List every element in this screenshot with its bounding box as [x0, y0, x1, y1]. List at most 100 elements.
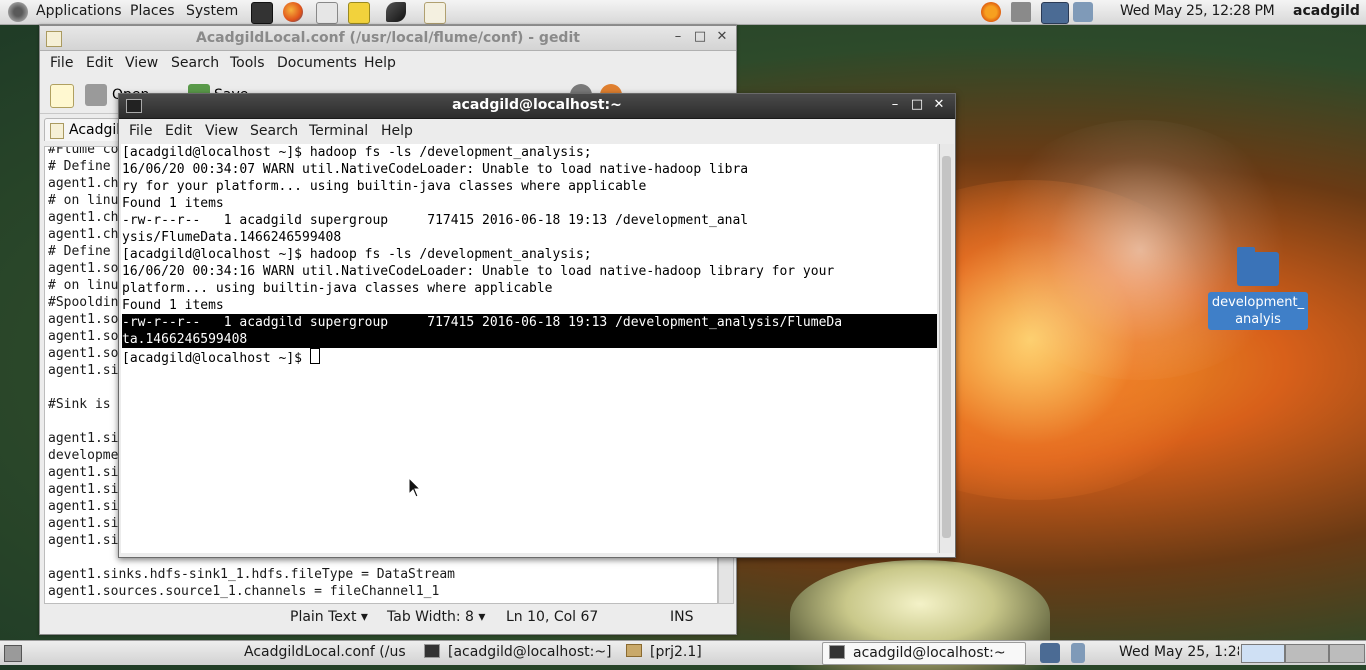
mouse-pointer-icon	[408, 477, 422, 498]
gedit-title: AcadgildLocal.conf (/usr/local/flume/con…	[196, 30, 580, 46]
terminal-menu-terminal[interactable]: Terminal	[309, 123, 368, 139]
minimize-button[interactable]: –	[670, 29, 686, 44]
cursor-position: Ln 10, Col 67	[506, 609, 599, 625]
editor-line: developme	[48, 448, 119, 463]
terminal-menu-help[interactable]: Help	[381, 123, 413, 139]
workspace-2[interactable]	[1285, 644, 1329, 663]
taskbar-folder[interactable]: [prj2.1]	[622, 642, 806, 663]
gedit-menu-view[interactable]: View	[125, 55, 158, 71]
close-button[interactable]: ✕	[931, 97, 947, 112]
gedit-menu-documents[interactable]: Documents	[277, 55, 357, 71]
gedit-menu-help[interactable]: Help	[364, 55, 396, 71]
editor-line: # Define	[48, 159, 111, 174]
firefox-icon[interactable]	[283, 2, 303, 22]
terminal-title: acadgild@localhost:~	[452, 97, 622, 113]
gedit-menu-edit[interactable]: Edit	[86, 55, 113, 71]
editor-line: # on linu	[48, 193, 119, 208]
gedit-menu-file[interactable]: File	[50, 55, 73, 71]
open-folder-icon[interactable]	[85, 84, 107, 106]
wireshark-icon[interactable]	[386, 2, 406, 22]
terminal-window: acadgild@localhost:~ – □ ✕ File Edit Vie…	[118, 93, 956, 558]
user-name[interactable]: acadgild	[1293, 3, 1360, 19]
close-button[interactable]: ✕	[714, 29, 730, 44]
gedit-menubar: File Edit View Search Tools Documents He…	[40, 51, 736, 77]
editor-line: agent1.si	[48, 431, 119, 446]
folder-icon	[626, 644, 642, 657]
network-icon[interactable]	[1041, 2, 1069, 24]
editor-line: agent1.si	[48, 533, 119, 548]
tab-width-selector[interactable]: Tab Width: 8 ▾	[387, 609, 485, 625]
menu-applications[interactable]: Applications	[36, 3, 122, 19]
workspace-1[interactable]	[1241, 644, 1285, 663]
terminal-line: Found 1 items	[122, 298, 224, 313]
minimize-button[interactable]: –	[887, 97, 903, 112]
terminal-prompt-line: [acadgild@localhost ~]$	[122, 348, 320, 367]
terminal-menu-edit[interactable]: Edit	[165, 123, 192, 139]
editor-line: #Spoolding	[48, 295, 127, 310]
show-desktop-icon[interactable]	[4, 645, 22, 662]
maximize-button[interactable]: □	[909, 97, 925, 112]
terminal-icon	[829, 645, 845, 659]
taskbar-folder-label: [prj2.1]	[650, 644, 702, 660]
notes-icon[interactable]	[348, 2, 370, 24]
new-file-icon[interactable]	[50, 84, 74, 108]
gedit-menu-tools[interactable]: Tools	[230, 55, 265, 71]
gnome-foot-icon[interactable]	[8, 2, 28, 22]
terminal-line: -rw-r--r-- 1 acadgild supergroup 717415 …	[122, 213, 749, 228]
battery-icon[interactable]	[1073, 2, 1093, 22]
mail-icon[interactable]	[316, 2, 338, 24]
terminal-line: ry for your platform... using builtin-ja…	[122, 179, 647, 194]
editor-line: agent1.so	[48, 329, 119, 344]
bottom-panel: AcadgildLocal.conf (/us [acadgild@localh…	[0, 640, 1366, 665]
editor-line: agent1.ch	[48, 176, 119, 191]
maximize-button[interactable]: □	[692, 29, 708, 44]
editor-line: #Sink is	[48, 397, 111, 412]
terminal-scrollbar[interactable]	[939, 144, 954, 553]
menu-places[interactable]: Places	[130, 3, 175, 19]
menu-system[interactable]: System	[186, 3, 238, 19]
editor-line: agent1.ch	[48, 210, 119, 225]
editor-line: agent1.si	[48, 465, 119, 480]
taskbar-gedit-label: AcadgildLocal.conf (/us	[244, 644, 406, 660]
gedit-titlebar[interactable]: AcadgildLocal.conf (/usr/local/flume/con…	[40, 26, 736, 51]
editor-line: agent1.si	[48, 516, 119, 531]
editor-line: # on linu	[48, 278, 119, 293]
taskbar-terminal-1-label: [acadgild@localhost:~]	[448, 644, 612, 660]
terminal-menu-view[interactable]: View	[205, 123, 238, 139]
terminal-prompt: [acadgild@localhost ~]$	[122, 351, 310, 366]
terminal-line: 16/06/20 00:34:16 WARN util.NativeCodeLo…	[122, 264, 835, 279]
editor-line: #Flume co	[48, 146, 119, 157]
gedit-menu-search[interactable]: Search	[171, 55, 219, 71]
taskbar-terminal-1[interactable]: [acadgild@localhost:~]	[420, 642, 619, 663]
workspace-3[interactable]	[1329, 644, 1365, 663]
clipboard-icon[interactable]	[1071, 643, 1085, 663]
folder-icon	[1237, 247, 1279, 286]
terminal-line: [acadgild@localhost ~]$ hadoop fs -ls /d…	[122, 247, 592, 262]
terminal-scrollbar-thumb[interactable]	[942, 156, 951, 538]
tab-width-label: Tab Width: 8	[387, 609, 474, 625]
insert-mode: INS	[670, 609, 694, 625]
desktop-folder-development-analysis[interactable]: development_ analyis	[1208, 247, 1308, 330]
terminal-menu-file[interactable]: File	[129, 123, 152, 139]
terminal-menu-search[interactable]: Search	[250, 123, 298, 139]
terminal-line: Found 1 items	[122, 196, 224, 211]
desktop-icon-label: development_ analyis	[1208, 292, 1308, 330]
editor-line: agent1.sinks.hdfs-sink1_1.hdfs.fileType …	[48, 567, 455, 582]
taskbar-gedit[interactable]: AcadgildLocal.conf (/us	[244, 642, 414, 663]
terminal-line: [acadgild@localhost ~]$ hadoop fs -ls /d…	[122, 145, 592, 160]
top-clock[interactable]: Wed May 25, 12:28 PM	[1120, 3, 1275, 19]
terminal-output[interactable]: [acadgild@localhost ~]$ hadoop fs -ls /d…	[121, 144, 937, 553]
terminal-titlebar[interactable]: acadgild@localhost:~ – □ ✕	[119, 94, 955, 119]
language-selector[interactable]: Plain Text ▾	[290, 609, 368, 625]
editor-line: agent1.so	[48, 312, 119, 327]
bottom-clock[interactable]: Wed May 25, 1:28	[1119, 642, 1239, 663]
taskbar-terminal-2[interactable]: acadgild@localhost:~	[822, 642, 1026, 665]
volume-icon[interactable]	[1011, 2, 1031, 22]
terminal-launcher-icon[interactable]	[251, 2, 273, 24]
document-icon	[50, 123, 64, 139]
editor-line: agent1.si	[48, 363, 119, 378]
update-notifier-icon[interactable]	[981, 2, 1001, 22]
terminal-line: ysis/FlumeData.1466246599408	[122, 230, 342, 245]
text-editor-icon[interactable]	[424, 2, 446, 24]
network-icon[interactable]	[1040, 643, 1060, 663]
